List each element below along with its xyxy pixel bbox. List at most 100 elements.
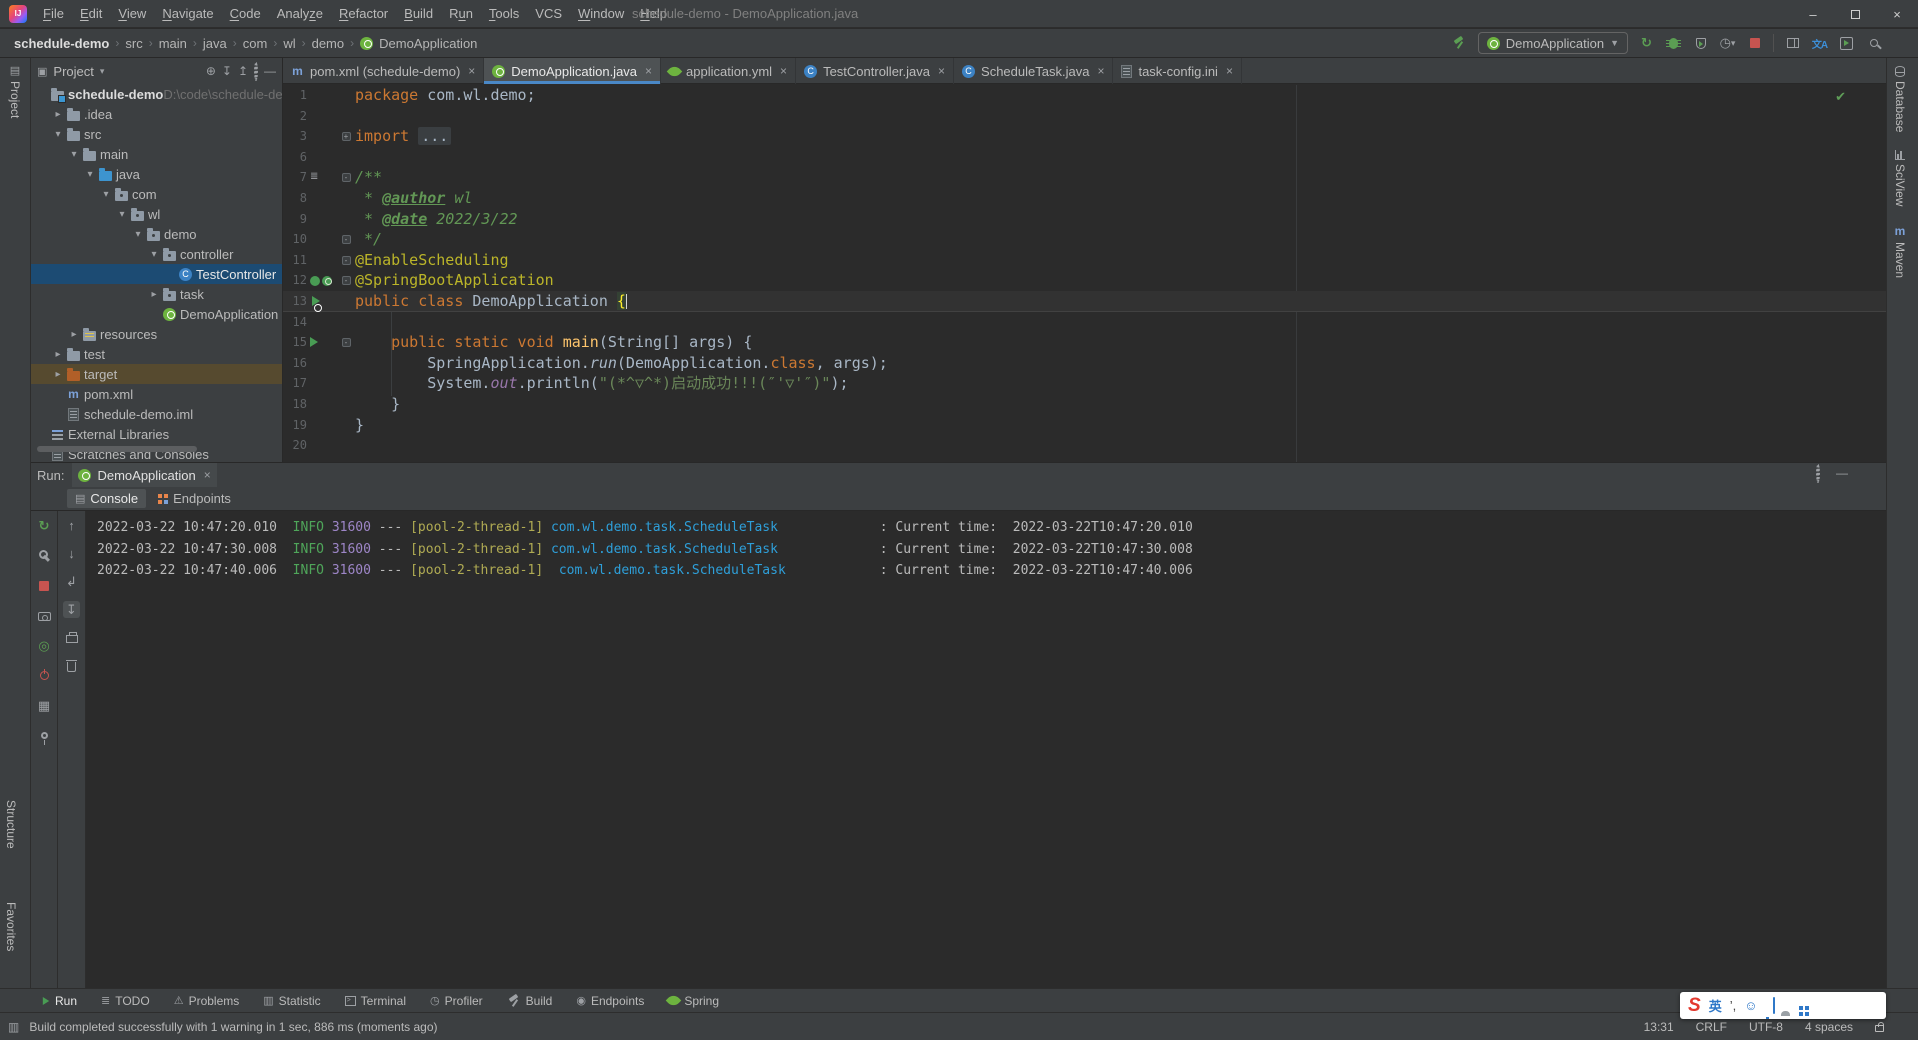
tool-window-button-terminal[interactable]: >Terminal (337, 992, 414, 1010)
line-number[interactable]: 10 (283, 229, 307, 250)
ime-punctuation-icon[interactable]: ’, (1730, 998, 1737, 1013)
tree-chevron-icon[interactable]: ▾ (131, 229, 145, 240)
sidebar-item-structure[interactable]: Structure (4, 800, 18, 849)
fold-collapse-icon[interactable]: - (342, 173, 351, 182)
menu-item-navigate[interactable]: Navigate (154, 2, 221, 25)
line-number[interactable]: 15 (283, 332, 307, 353)
run-anything-button[interactable] (1838, 35, 1855, 52)
line-number[interactable]: 12 (283, 270, 307, 291)
breadcrumb-item-demoapplication[interactable]: DemoApplication (379, 36, 477, 51)
breadcrumb-item-wl[interactable]: wl (283, 36, 295, 51)
code-text[interactable]: * @date 2022/3/22 (355, 209, 518, 230)
menu-item-tools[interactable]: Tools (481, 2, 527, 25)
ime-emoji-icon[interactable]: ☺ (1744, 998, 1757, 1013)
close-icon[interactable]: × (780, 64, 787, 78)
run-configuration-tab[interactable]: DemoApplication × (72, 463, 216, 487)
line-number[interactable]: 17 (283, 373, 307, 394)
menu-item-file[interactable]: File (35, 2, 72, 25)
tool-window-button-spring[interactable]: Spring (660, 992, 727, 1010)
chevron-down-icon[interactable]: ▾ (100, 66, 105, 77)
tool-window-button-problems[interactable]: ⚠Problems (166, 992, 248, 1010)
print-button[interactable] (63, 629, 80, 646)
code-line-16[interactable]: 16 SpringApplication.run(DemoApplication… (283, 353, 1886, 374)
tree-row-testcontroller[interactable]: CTestController (31, 264, 282, 284)
tab-endpoints[interactable]: Endpoints (150, 489, 239, 508)
tree-row-target[interactable]: ▸target (31, 364, 282, 384)
code-line-3[interactable]: 3+import ... (283, 126, 1886, 147)
menu-item-vcs[interactable]: VCS (527, 2, 570, 25)
tree-row-schedule-demo-iml[interactable]: schedule-demo.iml (31, 404, 282, 424)
tree-row-java[interactable]: ▾java (31, 164, 282, 184)
code-line-17[interactable]: 17 System.out.println("(*^▽^*)启动成功!!!(″'… (283, 373, 1886, 394)
expand-all-button[interactable]: ↧ (222, 64, 232, 78)
fold-marker[interactable]: - (337, 167, 355, 188)
breadcrumb-item-demo[interactable]: demo (312, 36, 345, 51)
menu-item-run[interactable]: Run (441, 2, 481, 25)
line-number[interactable]: 3 (283, 126, 307, 147)
caret-position-widget[interactable]: 13:31 (1644, 1020, 1674, 1034)
close-icon[interactable]: × (1097, 64, 1104, 78)
debug-button[interactable] (1665, 35, 1682, 52)
editor-tab-demoapplication.java[interactable]: DemoApplication.java× (484, 58, 661, 84)
locate-file-button[interactable]: ⊕ (206, 64, 216, 78)
tree-chevron-icon[interactable]: ▾ (147, 249, 161, 260)
fold-collapse-icon[interactable]: - (342, 276, 351, 285)
restore-layout-button[interactable]: ▦ (36, 697, 53, 714)
code-text[interactable]: System.out.println("(*^▽^*)启动成功!!!(″'▽'″… (355, 373, 849, 394)
tool-window-button-build[interactable]: Build (499, 992, 561, 1010)
fold-marker[interactable]: - (337, 250, 355, 271)
code-text[interactable]: SpringApplication.run(DemoApplication.cl… (355, 353, 888, 374)
line-number[interactable]: 11 (283, 250, 307, 271)
coverage-button[interactable] (1692, 35, 1709, 52)
code-line-14[interactable]: 14 (283, 312, 1886, 333)
sidebar-item-maven[interactable]: mMaven (1893, 224, 1907, 278)
clear-all-button[interactable] (63, 657, 80, 674)
fold-marker[interactable]: - (337, 270, 355, 291)
search-everywhere-button[interactable] (1865, 35, 1882, 52)
tree-chevron-icon[interactable]: ▸ (147, 289, 161, 300)
prev-message-button[interactable]: ↑ (63, 517, 80, 534)
exit-button[interactable] (36, 667, 53, 684)
code-editor[interactable]: 1package com.wl.demo;23+import ...67≣-/*… (283, 85, 1886, 462)
ime-language-toggle[interactable]: 英 (1709, 996, 1722, 1015)
code-text[interactable]: @EnableScheduling (355, 250, 509, 271)
fold-marker[interactable]: - (337, 229, 355, 250)
fold-collapse-icon[interactable]: - (342, 256, 351, 265)
layout-windows-button[interactable] (1784, 35, 1801, 52)
close-icon[interactable]: × (938, 64, 945, 78)
code-line-9[interactable]: 9 * @date 2022/3/22 (283, 209, 1886, 230)
menu-item-refactor[interactable]: Refactor (331, 2, 396, 25)
line-number[interactable]: 13 (283, 291, 307, 311)
menu-item-edit[interactable]: Edit (72, 2, 110, 25)
code-line-11[interactable]: 11 -@EnableScheduling (283, 250, 1886, 271)
run-configuration-select[interactable]: DemoApplication ▼ (1478, 32, 1628, 54)
editor-tab-task-config.ini[interactable]: task-config.ini× (1113, 58, 1242, 84)
code-line-19[interactable]: 19} (283, 415, 1886, 436)
sidebar-item-favorites[interactable]: Favorites (4, 902, 18, 951)
line-number[interactable]: 18 (283, 394, 307, 415)
tool-window-button-endpoints[interactable]: ◉Endpoints (568, 992, 652, 1010)
code-text[interactable]: public class DemoApplication { (355, 291, 627, 311)
tree-chevron-icon[interactable]: ▸ (51, 369, 65, 380)
tool-window-button-statistic[interactable]: ▥Statistic (255, 992, 328, 1010)
fold-marker[interactable]: + (337, 126, 355, 147)
code-line-1[interactable]: 1package com.wl.demo; (283, 85, 1886, 106)
close-icon[interactable]: × (1226, 64, 1233, 78)
spring-bean-icon[interactable] (310, 276, 320, 286)
tool-window-button-run[interactable]: Run (34, 992, 85, 1010)
stop-button[interactable] (36, 577, 53, 594)
tree-row-schedule-demo[interactable]: schedule-demo D:\code\schedule-dem (31, 84, 282, 104)
sogou-logo-icon[interactable]: S (1688, 995, 1701, 1017)
code-line-6[interactable]: 6 (283, 147, 1886, 168)
code-line-7[interactable]: 7≣-/** (283, 167, 1886, 188)
collapse-all-button[interactable]: ↥ (238, 64, 248, 78)
maximize-button[interactable] (1834, 0, 1876, 28)
dump-threads-button[interactable] (36, 607, 53, 624)
code-text[interactable]: } (355, 415, 364, 436)
menu-item-code[interactable]: Code (222, 2, 269, 25)
fold-collapse-icon[interactable]: - (342, 338, 351, 347)
breadcrumb-item-schedule-demo[interactable]: schedule-demo (14, 36, 109, 51)
tree-row-demo[interactable]: ▾demo (31, 224, 282, 244)
spring-bean-icon[interactable] (322, 276, 332, 286)
tree-row--idea[interactable]: ▸.idea (31, 104, 282, 124)
